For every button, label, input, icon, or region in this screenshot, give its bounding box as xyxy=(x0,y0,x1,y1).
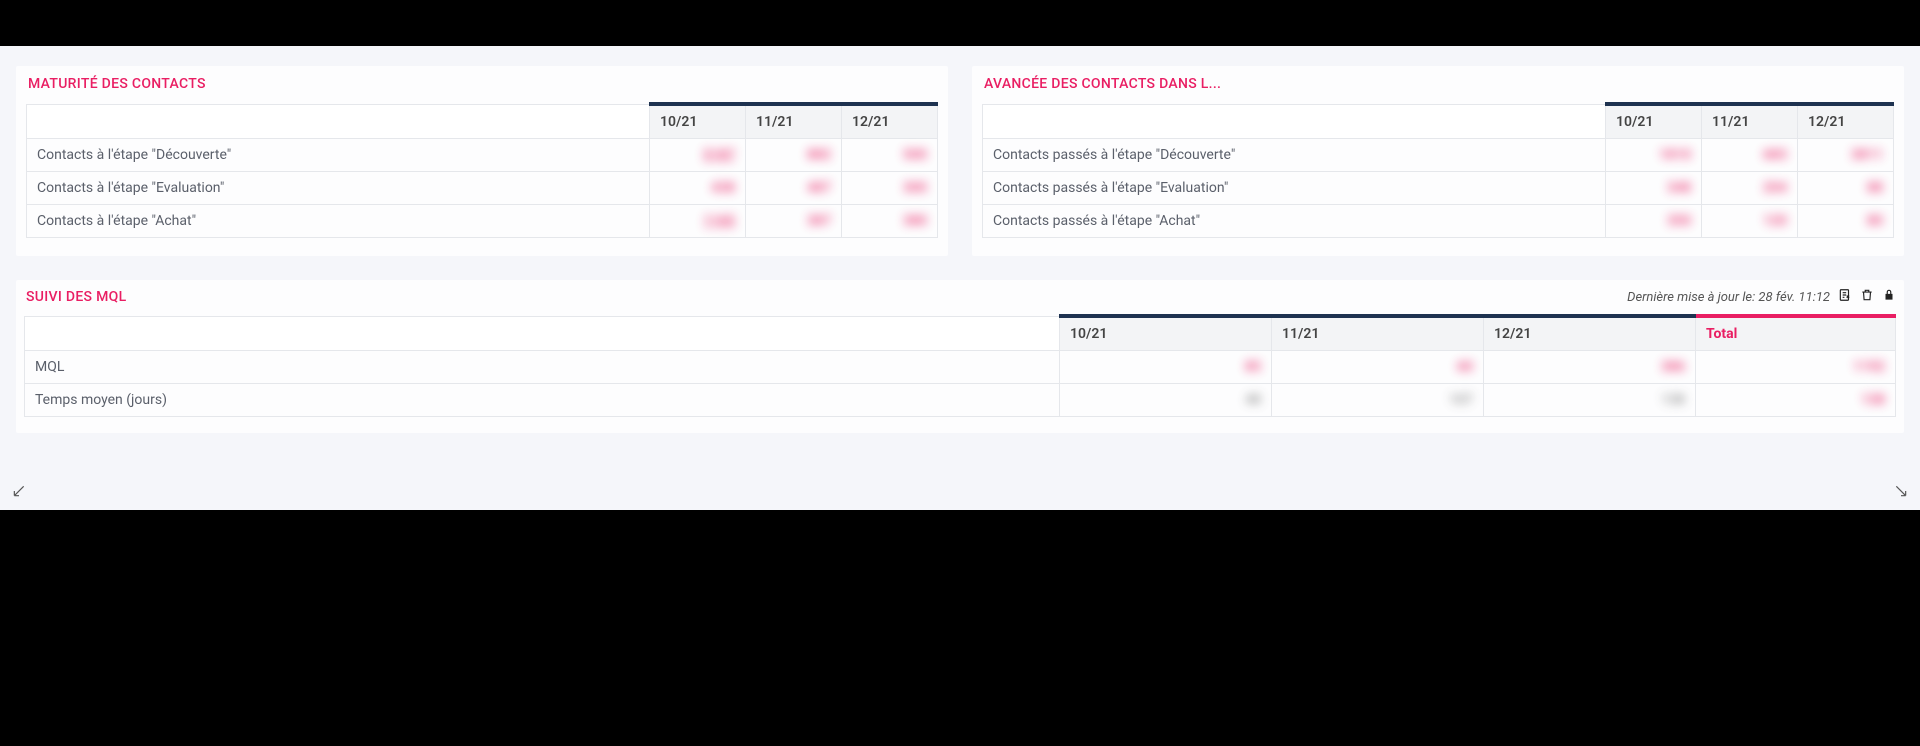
table-row: Contacts passés à l'étape "Evaluation" 3… xyxy=(983,172,1894,205)
cell[interactable]: 120 xyxy=(1702,205,1798,238)
cell[interactable]: 48 xyxy=(1060,384,1272,417)
row-label: Contacts à l'étape "Achat" xyxy=(27,205,650,238)
lock-icon[interactable] xyxy=(1882,288,1896,306)
panel-title-maturite: MATURITÉ DES CONTACTS xyxy=(26,76,938,92)
row-label: Contacts passés à l'étape "Découverte" xyxy=(983,139,1606,172)
col-header: 12/21 xyxy=(842,104,938,139)
table-maturite: 10/21 11/21 12/21 Contacts à l'étape "Dé… xyxy=(26,102,938,238)
suivi-header: SUIVI DES MQL Dernière mise à jour le: 2… xyxy=(24,288,1896,306)
cell[interactable]: 80 xyxy=(1798,205,1894,238)
suivi-meta: Dernière mise à jour le: 28 fév. 11:12 xyxy=(1627,288,1896,306)
row-label: Contacts passés à l'étape "Evaluation" xyxy=(983,172,1606,205)
resize-handle-right-icon[interactable] xyxy=(1894,483,1908,502)
cell[interactable]: 88 xyxy=(1798,172,1894,205)
cell[interactable]: 882 xyxy=(746,139,842,172)
cell[interactable]: 204 xyxy=(1702,172,1798,205)
cell[interactable]: 500 xyxy=(842,139,938,172)
row-label: Contacts à l'étape "Découverte" xyxy=(27,139,650,172)
col-header: 11/21 xyxy=(746,104,842,139)
cell[interactable]: 1165 xyxy=(650,205,746,238)
row-label: Contacts passés à l'étape "Achat" xyxy=(983,205,1606,238)
table-row: Contacts passés à l'étape "Découverte" 1… xyxy=(983,139,1894,172)
last-update-text: Dernière mise à jour le: 28 fév. 11:12 xyxy=(1627,290,1830,305)
cell[interactable]: 350 xyxy=(1606,205,1702,238)
dashboard-canvas: MATURITÉ DES CONTACTS 10/21 11/21 12/21 … xyxy=(0,46,1920,510)
table-row: Contacts à l'étape "Evaluation" 438 487 … xyxy=(27,172,938,205)
row-label: Temps moyen (jours) xyxy=(25,384,1060,417)
top-row: MATURITÉ DES CONTACTS 10/21 11/21 12/21 … xyxy=(16,66,1904,256)
cell[interactable]: 60 xyxy=(1272,351,1484,384)
table-row: Temps moyen (jours) 48 107 138 138 xyxy=(25,384,1896,417)
cell[interactable]: 487 xyxy=(746,172,842,205)
row-label: MQL xyxy=(25,351,1060,384)
cell[interactable]: 387 xyxy=(746,205,842,238)
table-row: Contacts passés à l'étape "Achat" 350 12… xyxy=(983,205,1894,238)
table-corner xyxy=(25,316,1060,351)
panel-suivi-mql: SUIVI DES MQL Dernière mise à jour le: 2… xyxy=(16,280,1904,433)
cell[interactable]: 438 xyxy=(650,172,746,205)
cell[interactable]: 1810 xyxy=(1606,139,1702,172)
table-corner xyxy=(27,104,650,139)
panel-title-avancee: AVANCÉE DES CONTACTS DANS L... xyxy=(982,76,1894,92)
col-header: 10/21 xyxy=(1606,104,1702,139)
col-header-total: Total xyxy=(1696,316,1896,351)
col-header: 11/21 xyxy=(1702,104,1798,139)
col-header: 11/21 xyxy=(1272,316,1484,351)
trash-icon[interactable] xyxy=(1860,288,1874,306)
cell[interactable]: 85 xyxy=(1060,351,1272,384)
cell[interactable]: 348 xyxy=(1606,172,1702,205)
export-icon[interactable] xyxy=(1838,288,1852,306)
table-corner xyxy=(983,104,1606,139)
cell[interactable]: 386 xyxy=(1484,351,1696,384)
col-header: 12/21 xyxy=(1484,316,1696,351)
col-header: 10/21 xyxy=(1060,316,1272,351)
col-header: 10/21 xyxy=(650,104,746,139)
table-suivi: 10/21 11/21 12/21 Total MQL 85 60 386 11… xyxy=(24,314,1896,417)
panel-title-suivi: SUIVI DES MQL xyxy=(24,289,126,305)
row-label: Contacts à l'étape "Evaluation" xyxy=(27,172,650,205)
table-row: MQL 85 60 386 1192 xyxy=(25,351,1896,384)
col-header: 12/21 xyxy=(1798,104,1894,139)
table-row: Contacts à l'étape "Achat" 1165 387 380 xyxy=(27,205,938,238)
resize-handle-left-icon[interactable] xyxy=(12,483,26,502)
cell[interactable]: 380 xyxy=(842,205,938,238)
cell-total[interactable]: 138 xyxy=(1696,384,1896,417)
table-avancee: 10/21 11/21 12/21 Contacts passés à l'ét… xyxy=(982,102,1894,238)
table-row: Contacts à l'étape "Découverte" 5187 882… xyxy=(27,139,938,172)
cell-total[interactable]: 1192 xyxy=(1696,351,1896,384)
cell[interactable]: 107 xyxy=(1272,384,1484,417)
panel-maturite: MATURITÉ DES CONTACTS 10/21 11/21 12/21 … xyxy=(16,66,948,256)
cell[interactable]: 5187 xyxy=(650,139,746,172)
cell[interactable]: 300 xyxy=(842,172,938,205)
panel-avancee: AVANCÉE DES CONTACTS DANS L... 10/21 11/… xyxy=(972,66,1904,256)
cell[interactable]: 138 xyxy=(1484,384,1696,417)
cell[interactable]: 3811 xyxy=(1798,139,1894,172)
cell[interactable]: 683 xyxy=(1702,139,1798,172)
